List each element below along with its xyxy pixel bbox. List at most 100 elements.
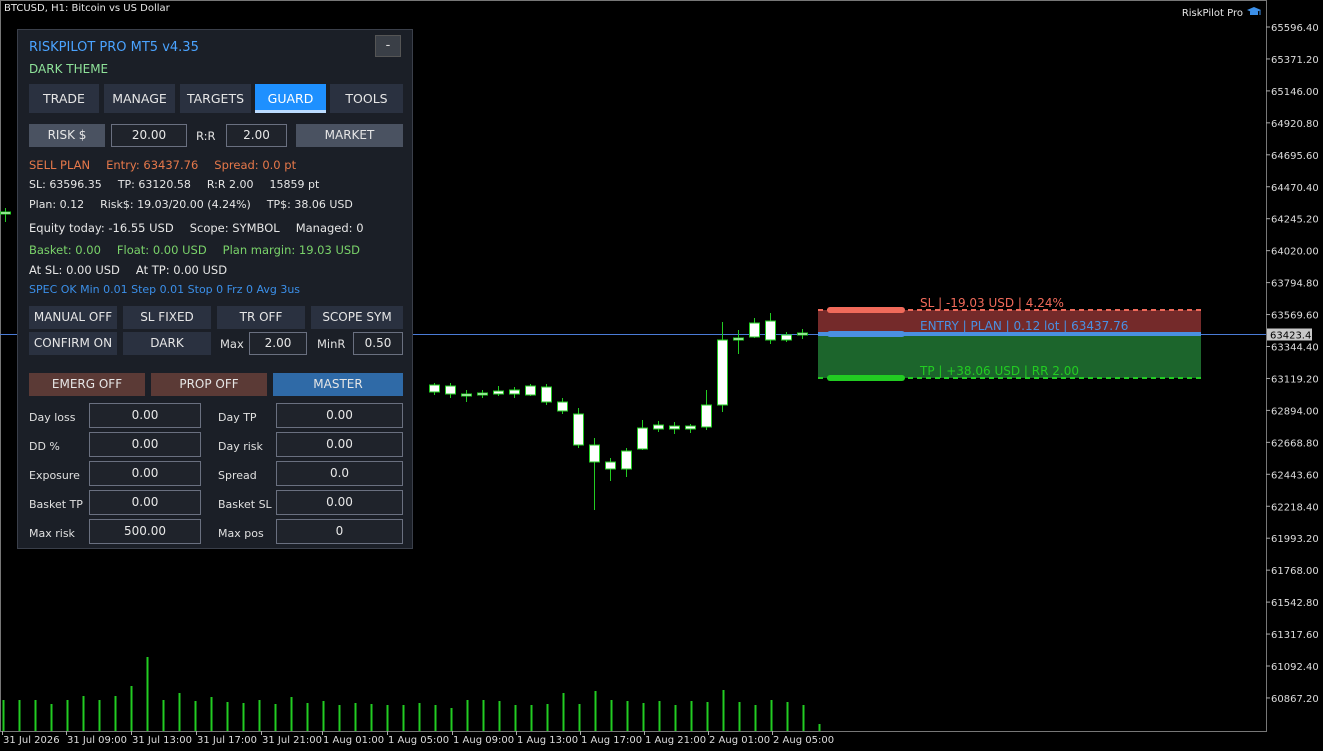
at-tp-value: At TP: 0.00 USD: [135, 263, 228, 277]
price-label: 65596.40: [1271, 23, 1319, 34]
theme-label: DARK THEME: [29, 62, 109, 76]
guard-label: Day loss: [29, 411, 76, 424]
price-label: 61542.80: [1271, 598, 1319, 609]
guard-input[interactable]: 0.00: [276, 432, 403, 457]
tab-trade[interactable]: TRADE: [29, 84, 99, 113]
price-label: 61993.20: [1271, 534, 1319, 545]
plan-rr: R:R 2.00: [206, 178, 254, 191]
guard-input[interactable]: 500.00: [89, 519, 201, 544]
rr-value-input[interactable]: 2.00: [226, 124, 287, 147]
prop-toggle-button[interactable]: PROP OFF: [151, 373, 267, 396]
candle-body: [477, 392, 488, 396]
guard-label: Exposure: [29, 469, 80, 482]
minr-value-input[interactable]: 0.50: [353, 332, 403, 355]
guard-label: Day risk: [218, 440, 263, 453]
candle-body: [525, 385, 536, 396]
plan-spread: Spread: 0.0 pt: [214, 158, 297, 172]
minimize-button[interactable]: -: [375, 35, 401, 57]
guard-input[interactable]: 0.00: [89, 490, 201, 515]
price-label: 64695.60: [1271, 151, 1319, 162]
scope-toggle-button[interactable]: SCOPE SYM: [311, 306, 403, 329]
guard-input[interactable]: 0.00: [276, 490, 403, 515]
time-label: 2 Aug 01:00: [709, 735, 770, 746]
guard-label: Basket SL: [218, 498, 272, 511]
equity-today: Equity today: -16.55 USD: [29, 221, 174, 235]
manual-toggle-button[interactable]: MANUAL OFF: [29, 306, 117, 329]
time-label: 31 Jul 17:00: [197, 735, 257, 746]
candle-body: [509, 389, 520, 395]
price-label: 62218.40: [1271, 502, 1319, 513]
candle-body: [701, 404, 712, 428]
candle-body: [669, 425, 680, 430]
guard-label: Day TP: [218, 411, 257, 424]
risk-mode-button[interactable]: RISK $: [29, 124, 105, 147]
price-label: 61092.40: [1271, 662, 1319, 673]
plan-margin: Plan margin: 19.03 USD: [222, 243, 361, 257]
plan-risk: Risk$: 19.03/20.00 (4.24%): [100, 198, 251, 211]
time-label: 1 Aug 01:00: [323, 735, 384, 746]
time-label: 31 Jul 09:00: [67, 735, 127, 746]
candle-body: [589, 444, 600, 463]
candle-body: [749, 322, 760, 338]
tab-manage[interactable]: MANAGE: [104, 84, 175, 113]
guard-input[interactable]: 0.00: [89, 403, 201, 428]
plan-tp: TP: 63120.58: [117, 178, 191, 191]
price-label: 64920.80: [1271, 119, 1319, 130]
price-label: 63344.40: [1271, 343, 1319, 354]
price-label: 63569.60: [1271, 311, 1319, 322]
managed-count: Managed: 0: [295, 221, 364, 235]
candle-body: [493, 390, 504, 395]
time-label: 31 Jul 21:00: [262, 735, 322, 746]
candle-body: [621, 450, 632, 470]
sl-fixed-button[interactable]: SL FIXED: [123, 306, 211, 329]
sl-overlay-label: SL | -19.03 USD | 4.24%: [920, 296, 1064, 310]
guard-input[interactable]: 0.00: [89, 461, 201, 486]
plan-lots: Plan: 0.12: [29, 198, 85, 211]
time-label: 2 Aug 05:00: [773, 735, 834, 746]
time-label: 1 Aug 21:00: [645, 735, 706, 746]
plan-sl: SL: 63596.35: [29, 178, 102, 191]
float-value: Float: 0.00 USD: [116, 243, 207, 257]
risk-value-input[interactable]: 20.00: [111, 124, 187, 147]
candle-body: [0, 211, 11, 215]
guard-input[interactable]: 0: [276, 519, 403, 544]
theme-toggle-button[interactable]: DARK: [123, 332, 211, 355]
master-toggle-button[interactable]: MASTER: [273, 373, 403, 396]
candle-body: [685, 425, 696, 430]
spec-status: SPEC OK Min 0.01 Step 0.01 Stop 0 Frz 0 …: [29, 283, 301, 296]
guard-input[interactable]: 0.00: [276, 403, 403, 428]
trailing-toggle-button[interactable]: TR OFF: [217, 306, 305, 329]
candle-body: [781, 334, 792, 341]
tab-guard[interactable]: GUARD: [255, 84, 326, 113]
candle-body: [797, 332, 808, 336]
guard-label: Spread: [218, 469, 257, 482]
tab-targets[interactable]: TARGETS: [180, 84, 251, 113]
candle-body: [573, 413, 584, 446]
time-label: 1 Aug 17:00: [581, 735, 642, 746]
at-sl-value: At SL: 0.00 USD: [29, 263, 120, 277]
emergency-toggle-button[interactable]: EMERG OFF: [29, 373, 145, 396]
price-label: 62668.80: [1271, 438, 1319, 449]
graduation-cap-icon: [1247, 7, 1261, 15]
candle-body: [461, 393, 472, 397]
max-value-input[interactable]: 2.00: [249, 332, 307, 355]
candle-body: [541, 386, 552, 403]
guard-input[interactable]: 0.00: [89, 432, 201, 457]
candle-body: [557, 401, 568, 412]
market-button[interactable]: MARKET: [296, 124, 403, 147]
candle-body: [445, 385, 456, 395]
price-label: 61317.60: [1271, 630, 1319, 641]
candle-body: [765, 320, 776, 341]
price-label: 64470.40: [1271, 183, 1319, 194]
confirm-toggle-button[interactable]: CONFIRM ON: [29, 332, 117, 355]
guard-label: Max risk: [29, 527, 75, 540]
time-label: 31 Jul 13:00: [132, 735, 192, 746]
price-label: 62443.60: [1271, 470, 1319, 481]
time-label: 1 Aug 05:00: [388, 735, 449, 746]
guard-input[interactable]: 0.0: [276, 461, 403, 486]
candle-body: [717, 339, 728, 406]
price-label: 63119.20: [1271, 374, 1319, 385]
plan-tp-usd: TP$: 38.06 USD: [266, 198, 353, 211]
tab-tools[interactable]: TOOLS: [330, 84, 403, 113]
time-label: 1 Aug 13:00: [517, 735, 578, 746]
